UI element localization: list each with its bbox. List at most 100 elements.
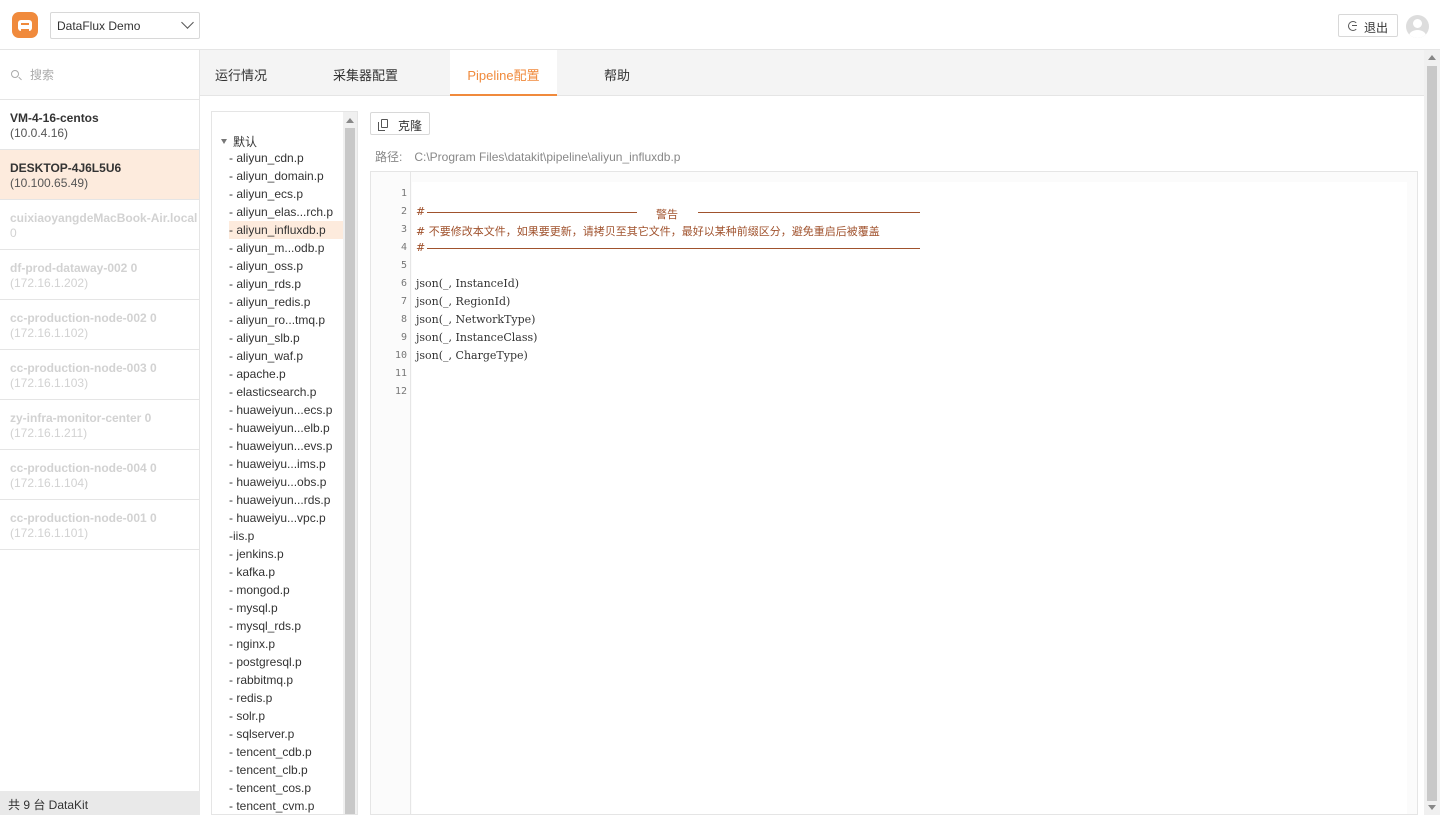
chevron-down-icon <box>181 16 194 29</box>
tree-file-item[interactable]: - elasticsearch.p <box>229 383 343 401</box>
host-name: cc-production-node-002 0 <box>10 311 157 325</box>
host-name: DESKTOP-4J6L5U6 <box>10 161 122 175</box>
scroll-up-icon[interactable] <box>1428 55 1436 60</box>
tree-file-item[interactable]: - aliyun_domain.p <box>229 167 343 185</box>
tree-file-item[interactable]: - aliyun_oss.p <box>229 257 343 275</box>
comment-rule-bottom <box>427 248 920 249</box>
tree-file-item[interactable]: - jenkins.p <box>229 545 343 563</box>
tree-file-item[interactable]: - kafka.p <box>229 563 343 581</box>
tree-file-item[interactable]: - aliyun_rds.p <box>229 275 343 293</box>
tab-status[interactable]: 运行情况 <box>215 50 267 96</box>
tab-bar: 运行情况 采集器配置 Pipeline配置 帮助 <box>200 50 1424 96</box>
tree-file-item[interactable]: - huaweiyun...rds.p <box>229 491 343 509</box>
tree-file-item[interactable]: - aliyun_ro...tmq.p <box>229 311 343 329</box>
tree-file-item[interactable]: - huaweiyun...evs.p <box>229 437 343 455</box>
code-area[interactable]: 警告 # # 不要修改本文件，如果要更新，请拷贝至其它文件，最好以某种前缀区分，避… <box>412 182 1407 814</box>
clone-label: 克隆 <box>398 119 423 133</box>
main-scrollbar[interactable] <box>1424 50 1440 815</box>
avatar[interactable] <box>1406 15 1429 38</box>
tree-file-item[interactable]: - solr.p <box>229 707 343 725</box>
warning-rule-left <box>427 212 637 213</box>
tree-file-item[interactable]: - nginx.p <box>229 635 343 653</box>
host-item[interactable]: DESKTOP-4J6L5U6 (10.100.65.49) <box>0 150 199 200</box>
host-ip: (172.16.1.202) <box>10 276 89 290</box>
tree-file-item[interactable]: - mongod.p <box>229 581 343 599</box>
host-item[interactable]: cc-production-node-001 0 (172.16.1.101) <box>0 500 199 550</box>
search-input[interactable] <box>30 64 190 86</box>
file-path: 路径: C:\Program Files\datakit\pipeline\ali… <box>375 148 680 165</box>
host-list: VM-4-16-centos (10.0.4.16) DESKTOP-4J6L5U6… <box>0 100 199 550</box>
code-comment-line: # <box>416 241 426 254</box>
main-panel: 运行情况 采集器配置 Pipeline配置 帮助 默认 - aliyun_cdn… <box>200 50 1440 815</box>
datakit-logo-icon <box>12 12 38 38</box>
line-number: 3 <box>400 224 407 235</box>
clone-button[interactable]: 克隆 <box>370 112 430 135</box>
host-item[interactable]: df-prod-dataway-002 0 (172.16.1.202) <box>0 250 199 300</box>
host-ip: (10.0.4.16) <box>10 126 69 140</box>
tree-file-item[interactable]: - aliyun_ecs.p <box>229 185 343 203</box>
workspace-select[interactable]: DataFlux Demo <box>50 12 200 39</box>
host-item[interactable]: cc-production-node-003 0 (172.16.1.103) <box>0 350 199 400</box>
tree-file-item[interactable]: - aliyun_redis.p <box>229 293 343 311</box>
tree-file-item[interactable]: - postgresql.p <box>229 653 343 671</box>
tree-file-item[interactable]: - huaweiyu...vpc.p <box>229 509 343 527</box>
line-number: 6 <box>400 278 407 289</box>
warning-rule-right <box>698 212 920 213</box>
tree-scroll-thumb[interactable] <box>345 128 355 814</box>
tree-file-item[interactable]: - redis.p <box>229 689 343 707</box>
host-item[interactable]: cc-production-node-002 0 (172.16.1.102) <box>0 300 199 350</box>
tree-file-list: - aliyun_cdn.p - aliyun_domain.p - aliyun_… <box>229 149 343 814</box>
line-number: 8 <box>400 314 407 325</box>
tree-root-default[interactable]: 默认 <box>221 133 257 150</box>
code-line: json(_, RegionId) <box>416 295 511 308</box>
tree-file-item[interactable]: - mysql_rds.p <box>229 617 343 635</box>
tree-file-item[interactable]: - huaweiyun...ecs.p <box>229 401 343 419</box>
tree-file-item[interactable]: - mysql.p <box>229 599 343 617</box>
tree-file-item[interactable]: - tencent_cos.p <box>229 779 343 797</box>
main-scroll-thumb[interactable] <box>1427 66 1437 801</box>
tree-file-item[interactable]: -iis.p <box>229 527 343 545</box>
tree-file-item[interactable]: - huaweiyun...elb.p <box>229 419 343 437</box>
host-item[interactable]: zy-infra-monitor-center 0 (172.16.1.211) <box>0 400 199 450</box>
scroll-up-icon[interactable] <box>346 118 354 123</box>
host-ip: 0 <box>10 226 17 240</box>
tree-file-item[interactable]: - huaweiyu...ims.p <box>229 455 343 473</box>
code-editor[interactable]: 1 2 3 4 5 6 7 8 9 10 11 12 警告 # # 不要修改本文件，如果要更新，请拷贝至… <box>370 171 1418 815</box>
code-comment-line: # 不要修改本文件，如果要更新，请拷贝至其它文件，最好以某种前缀区分，避免重启后… <box>416 225 880 238</box>
tree-file-item[interactable]: - tencent_cdb.p <box>229 743 343 761</box>
host-name: cuixiaoyangdeMacBook-Air.local <box>10 211 198 225</box>
host-count: 共 9 台 DataKit <box>0 791 200 815</box>
tab-help[interactable]: 帮助 <box>604 50 630 96</box>
tree-file-item[interactable]: - aliyun_elas...rch.p <box>229 203 343 221</box>
scroll-down-icon[interactable] <box>1428 805 1436 810</box>
code-line: json(_, InstanceClass) <box>416 331 538 344</box>
workspace-name: DataFlux Demo <box>57 19 141 33</box>
tree-file-item[interactable]: - aliyun_cdn.p <box>229 149 343 167</box>
tree-file-item[interactable]: - aliyun_influxdb.p <box>229 221 343 239</box>
line-number: 9 <box>400 332 407 343</box>
host-ip: (172.16.1.102) <box>10 326 89 340</box>
logout-button[interactable]: 退出 <box>1338 14 1398 37</box>
line-number: 4 <box>400 242 407 253</box>
tree-file-item[interactable]: - tencent_cvm.p <box>229 797 343 814</box>
tree-file-item[interactable]: - aliyun_m...odb.p <box>229 239 343 257</box>
tree-file-item[interactable]: - apache.p <box>229 365 343 383</box>
tree-file-item[interactable]: - sqlserver.p <box>229 725 343 743</box>
tree-file-item[interactable]: - huaweiyu...obs.p <box>229 473 343 491</box>
code-line: json(_, ChargeType) <box>416 349 528 362</box>
tree-file-item[interactable]: - rabbitmq.p <box>229 671 343 689</box>
tab-pipeline-config[interactable]: Pipeline配置 <box>450 50 557 96</box>
host-ip: (172.16.1.101) <box>10 526 89 540</box>
host-item[interactable]: cuixiaoyangdeMacBook-Air.local 0 <box>0 200 199 250</box>
logout-label: 退出 <box>1364 21 1389 35</box>
tree-file-item[interactable]: - aliyun_waf.p <box>229 347 343 365</box>
tab-collector-config[interactable]: 采集器配置 <box>333 50 398 96</box>
tree-file-item[interactable]: - aliyun_slb.p <box>229 329 343 347</box>
tree-root-label: 默认 <box>233 135 258 149</box>
tree-file-item[interactable]: - tencent_clb.p <box>229 761 343 779</box>
logout-icon <box>1348 21 1358 31</box>
host-item[interactable]: cc-production-node-004 0 (172.16.1.104) <box>0 450 199 500</box>
host-item[interactable]: VM-4-16-centos (10.0.4.16) <box>0 100 199 150</box>
code-line: json(_, InstanceId) <box>416 277 520 290</box>
tree-scrollbar[interactable] <box>343 112 357 814</box>
